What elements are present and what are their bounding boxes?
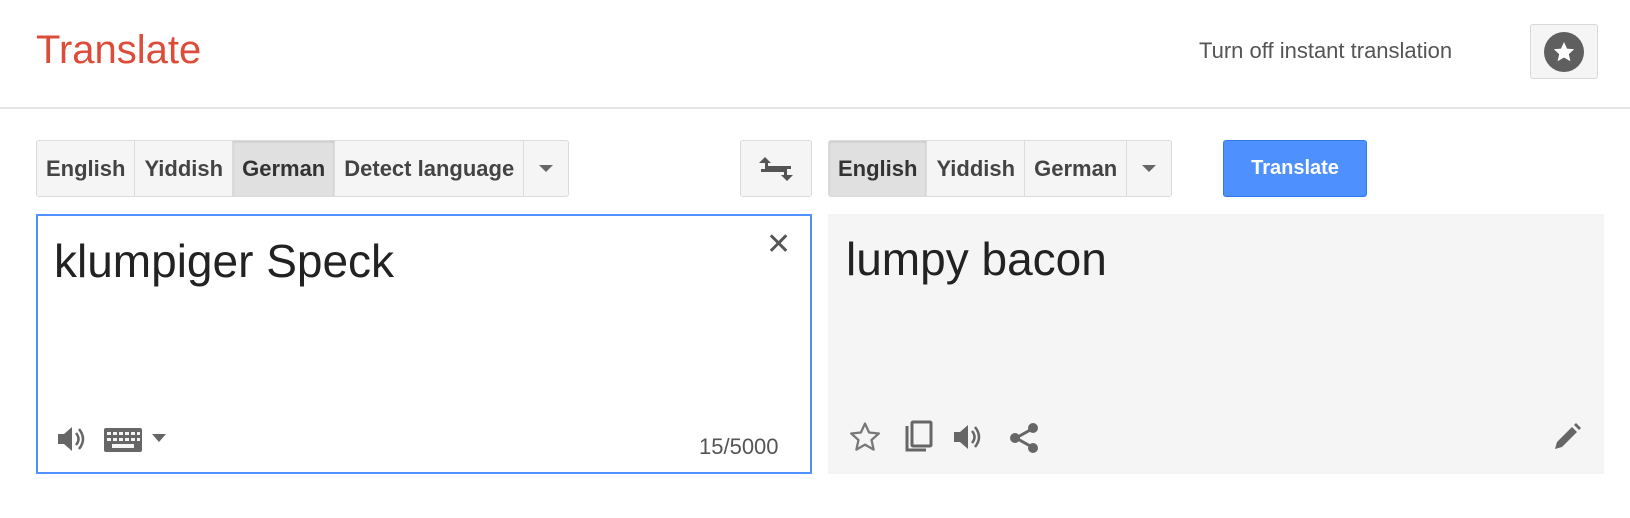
chevron-down-icon — [539, 165, 554, 172]
edit-pencil-icon[interactable] — [1552, 422, 1582, 452]
source-text[interactable]: klumpiger Speck — [54, 234, 394, 288]
app-title[interactable]: Translate — [36, 28, 201, 73]
listen-icon[interactable] — [56, 424, 88, 454]
source-text-area[interactable]: klumpiger Speck ✕ 15/5000 — [36, 214, 812, 474]
clear-source-button[interactable]: ✕ — [766, 230, 791, 260]
keyboard-icon[interactable] — [104, 428, 142, 452]
source-language-dropdown[interactable] — [524, 141, 568, 196]
share-icon[interactable] — [1008, 422, 1040, 454]
source-lang-detect-language[interactable]: Detect language — [335, 141, 525, 196]
translated-text: lumpy bacon — [846, 233, 1107, 285]
translate-button[interactable]: Translate — [1223, 140, 1367, 197]
listen-translation-icon[interactable] — [952, 422, 984, 452]
copy-icon[interactable] — [904, 420, 934, 454]
turn-off-instant-translation-link[interactable]: Turn off instant translation — [1199, 38, 1452, 64]
source-lang-english[interactable]: English — [37, 141, 136, 196]
translation-output-area: lumpy bacon — [828, 214, 1604, 474]
header: Translate Turn off instant translation — [0, 0, 1630, 109]
input-tools-dropdown-icon[interactable] — [152, 434, 166, 444]
source-lang-german[interactable]: German — [233, 141, 336, 196]
star-outline-icon[interactable] — [848, 420, 882, 454]
source-lang-yiddish[interactable]: Yiddish — [135, 141, 234, 196]
source-language-bar: English Yiddish German Detect language — [36, 140, 570, 197]
starred-phrasebook-button[interactable] — [1530, 24, 1598, 79]
target-lang-english[interactable]: English — [829, 141, 928, 196]
target-lang-german[interactable]: German — [1025, 141, 1128, 196]
target-lang-yiddish[interactable]: Yiddish — [927, 141, 1026, 196]
character-count: 15/5000 — [699, 434, 779, 459]
target-language-bar: English Yiddish German — [828, 140, 1173, 197]
swap-languages-button[interactable] — [740, 140, 812, 197]
star-icon — [1544, 31, 1584, 72]
chevron-down-icon — [1142, 165, 1157, 172]
target-language-dropdown[interactable] — [1127, 141, 1171, 196]
swap-icon — [759, 156, 793, 181]
